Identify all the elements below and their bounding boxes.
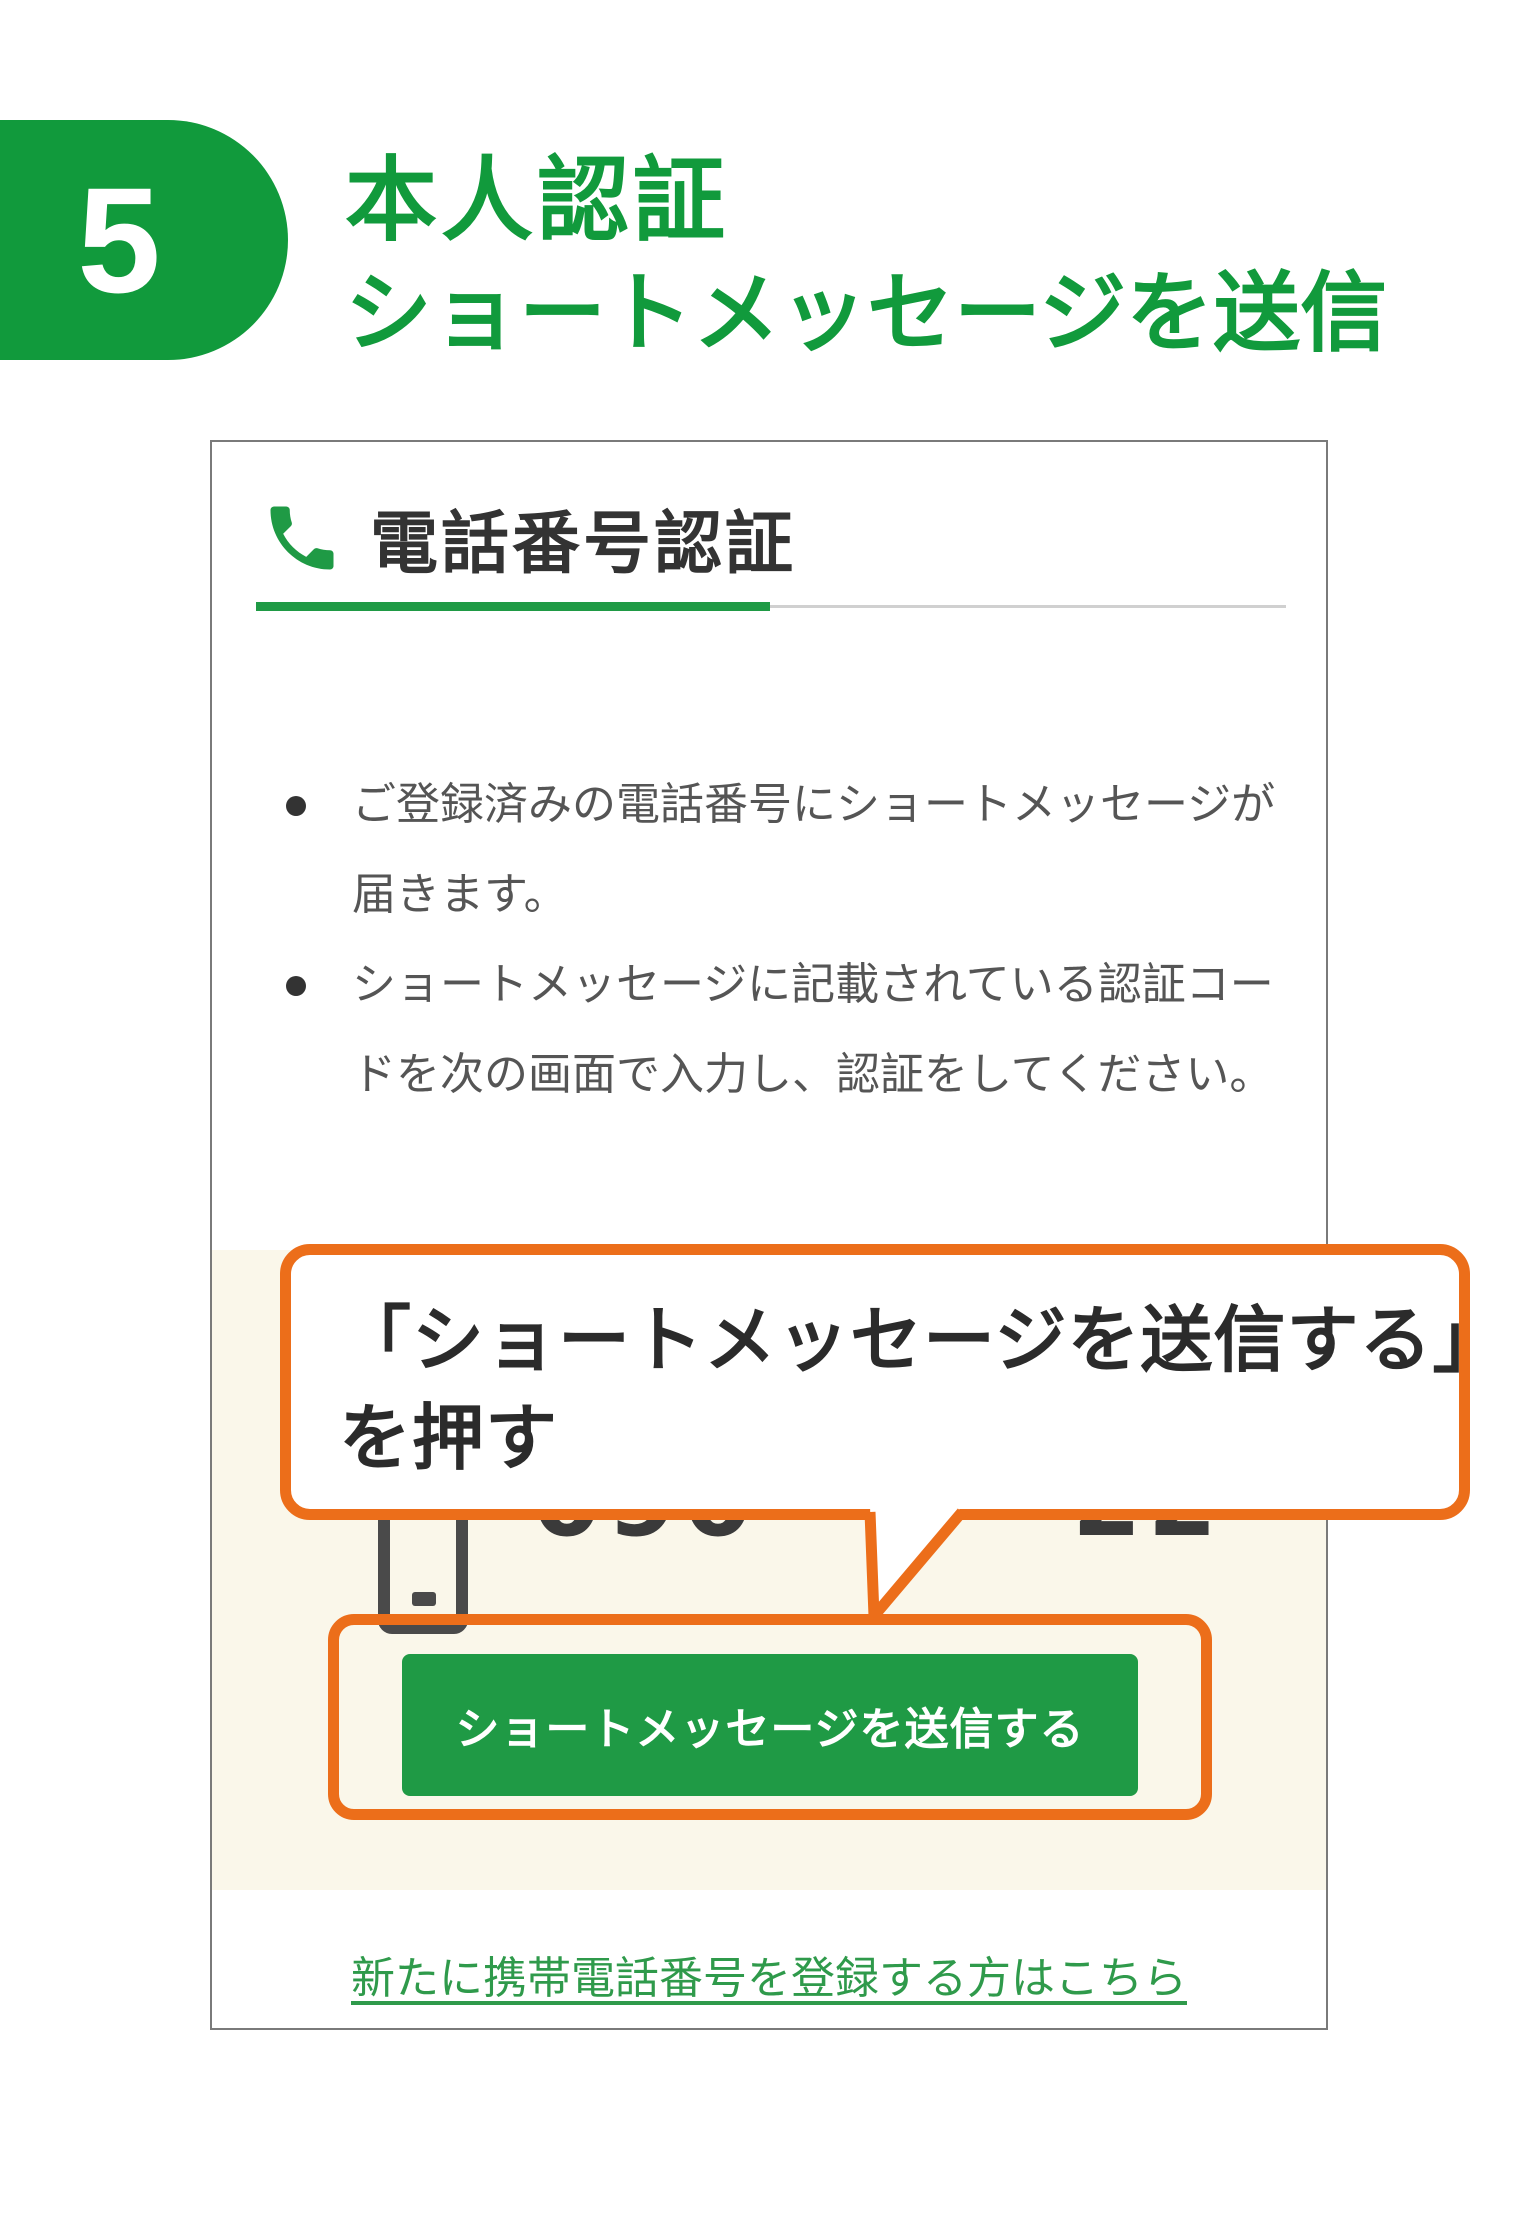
callout-line1: 「ショートメッセージを送信する」 [339, 1298, 1506, 1382]
callout-bubble: 「ショートメッセージを送信する」 を押す [280, 1244, 1506, 1520]
tab-underline-active [256, 602, 770, 611]
step-title: 本人認証 ショートメッセージを送信 [345, 145, 1525, 369]
step-number: 5 [77, 156, 161, 324]
callout-line2: を押す [339, 1396, 559, 1480]
panel-title: 電話番号認証 [370, 505, 797, 584]
step-title-line2: ショートメッセージを送信 [345, 262, 1388, 364]
list-item: ショートメッセージに記載されている認証コードを次の画面で入力し、認証をしてくださ… [286, 940, 1296, 1120]
instruction-list: ご登録済みの電話番号にショートメッセージが届きます。 ショートメッセージに記載さ… [286, 760, 1296, 1120]
list-item: ご登録済みの電話番号にショートメッセージが届きます。 [286, 760, 1296, 940]
step-badge: 5 [0, 120, 288, 360]
step-title-line1: 本人認証 [345, 147, 730, 254]
panel-header: 電話番号認証 [260, 488, 796, 587]
bullet-dot [286, 796, 306, 816]
callout-tail [864, 1506, 967, 1622]
phone-icon [270, 506, 334, 569]
list-item-text: ショートメッセージに記載されている認証コードを次の画面で入力し、認証をしてくださ… [352, 959, 1274, 1100]
register-new-phone-link[interactable]: 新たに携帯電話番号を登録する方はこちら [212, 1942, 1326, 2006]
button-highlight [328, 1614, 1212, 1820]
bullet-dot [286, 976, 306, 996]
list-item-text: ご登録済みの電話番号にショートメッセージが届きます。 [352, 779, 1276, 920]
